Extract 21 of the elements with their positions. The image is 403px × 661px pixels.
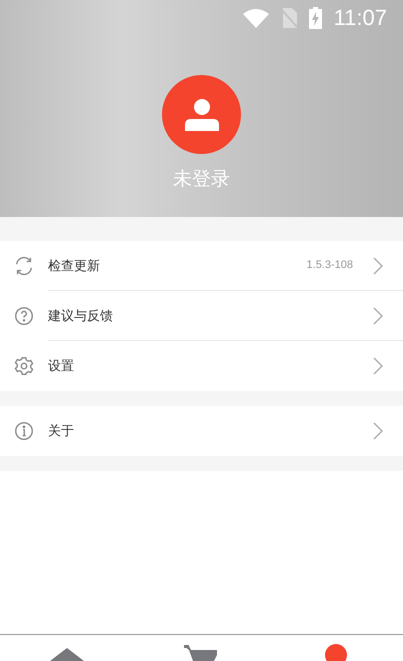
wifi-icon <box>242 8 269 28</box>
refresh-icon <box>13 255 35 277</box>
info-icon <box>13 420 35 442</box>
cart-icon[interactable] <box>183 645 220 661</box>
no-sim-icon <box>280 8 297 28</box>
status-time: 11:07 <box>334 4 387 32</box>
menu-label: 检查更新 <box>48 256 100 275</box>
profile-icon[interactable] <box>324 644 347 661</box>
version-text: 1.5.3-108 <box>306 258 353 274</box>
help-icon <box>13 305 35 327</box>
menu-label: 关于 <box>48 422 74 440</box>
chevron-right-icon <box>373 256 383 274</box>
menu-label: 建议与反馈 <box>48 306 113 325</box>
home-icon[interactable] <box>49 647 86 661</box>
person-icon <box>184 98 218 130</box>
settings-icon <box>13 355 35 377</box>
battery-charging-icon <box>308 6 322 28</box>
chevron-right-icon <box>373 306 383 324</box>
chevron-right-icon <box>373 422 383 440</box>
menu-label: 设置 <box>48 357 74 376</box>
chevron-right-icon <box>373 357 383 375</box>
